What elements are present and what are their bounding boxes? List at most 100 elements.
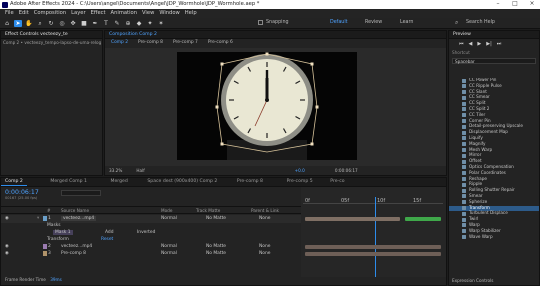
eye-icon[interactable]: ◉	[5, 244, 9, 249]
nav-pre-comp-8[interactable]: Pre-comp 8	[138, 40, 163, 45]
rotate-tool-icon[interactable]: ↻	[47, 20, 55, 27]
exposure-value[interactable]: +0.0	[295, 168, 305, 173]
menu-file[interactable]: File	[5, 10, 14, 16]
tab-comp-2[interactable]: Comp 2	[1, 178, 27, 186]
close-icon[interactable]: ×	[524, 1, 540, 8]
layer-parent[interactable]: None	[259, 216, 270, 221]
search-help[interactable]: Search Help	[466, 20, 495, 26]
type-tool-icon[interactable]: T	[102, 20, 110, 27]
playhead[interactable]	[375, 197, 376, 277]
menu-help[interactable]: Help	[185, 10, 197, 16]
tab-pre-co[interactable]: Pre-co	[326, 178, 348, 185]
masks-label: Masks	[47, 223, 61, 228]
tab-preview[interactable]: Preview	[449, 31, 475, 38]
pan-behind-icon[interactable]: ✥	[69, 20, 77, 27]
layer-matte[interactable]: No Matte	[206, 244, 226, 249]
transform-reset[interactable]: Reset	[101, 237, 113, 242]
track-bar-layer-2[interactable]	[305, 245, 441, 249]
menu-animation[interactable]: Animation	[111, 10, 137, 16]
nav-pre-comp-7[interactable]: Pre-comp 7	[173, 40, 198, 45]
layer-name[interactable]: vecteez...mp4	[61, 216, 97, 222]
label-color[interactable]	[43, 216, 47, 221]
nav-comp-2[interactable]: Comp 2	[111, 40, 128, 45]
layer-parent[interactable]: None	[259, 251, 270, 256]
search-icon[interactable]: ⌕	[455, 20, 458, 26]
zoom-level[interactable]: 33.2%	[109, 168, 122, 173]
tab-effect-controls[interactable]: Effect Controls vecteezy_te	[1, 31, 72, 38]
workspace-review[interactable]: Review	[365, 20, 382, 26]
ruler-tick-05f: 05f	[341, 198, 350, 204]
selection-tool-icon[interactable]: ➤	[14, 19, 22, 27]
shortcut-select[interactable]: Spacebar	[452, 58, 536, 65]
hand-tool-icon[interactable]: ✋	[25, 20, 33, 27]
tab-space-dest[interactable]: Space dest (900x400) Comp 2	[143, 178, 221, 185]
effects-list: CC Power Pin CC Ripple Pulse CC Slant CC Sm…	[449, 78, 539, 278]
pen-tool-icon[interactable]: ✒	[91, 20, 99, 27]
track-bar-layer-3[interactable]	[305, 252, 441, 256]
workspace-default[interactable]: Default	[330, 20, 348, 26]
snapping-checkbox[interactable]	[258, 20, 263, 25]
mask-inverted[interactable]: Inverted	[137, 230, 155, 235]
layer-matte[interactable]: No Matte	[206, 216, 226, 221]
layer-mode[interactable]: Normal	[161, 251, 177, 256]
viewer-timecode[interactable]: 0:00:06:17	[335, 168, 358, 173]
maximize-icon[interactable]: □	[507, 1, 523, 8]
col-source-name[interactable]: Source Name	[61, 208, 89, 213]
layer-row-3[interactable]: ◉ 3 Pre-comp 8 Normal No Matte None	[1, 250, 301, 258]
layer-parent[interactable]: None	[259, 244, 270, 249]
workspace-learn[interactable]: Learn	[400, 20, 413, 26]
track-bar-green[interactable]	[405, 217, 441, 221]
prev-frame-icon[interactable]: ◀	[469, 41, 473, 47]
puppet-tool-icon[interactable]: ✶	[157, 20, 165, 27]
effect-item[interactable]: Wave Warp	[449, 234, 539, 241]
viewer-canvas[interactable]	[105, 48, 446, 166]
layer-mode[interactable]: Normal	[161, 216, 177, 221]
layer-mode[interactable]: Normal	[161, 244, 177, 249]
tab-merged-comp-1[interactable]: Merged Comp 1	[46, 178, 91, 185]
layer-matte[interactable]: No Matte	[206, 251, 226, 256]
menu-view[interactable]: View	[142, 10, 154, 16]
menu-composition[interactable]: Composition	[34, 10, 66, 16]
clone-tool-icon[interactable]: ⊕	[124, 20, 132, 27]
track-bar-layer-1[interactable]	[305, 217, 400, 221]
time-ruler[interactable]: 0f 05f 10f 15f	[303, 199, 443, 204]
minimize-icon[interactable]: –	[490, 1, 506, 8]
eraser-tool-icon[interactable]: ◆	[135, 20, 143, 27]
zoom-tool-icon[interactable]: ⌕	[36, 20, 44, 27]
layer-name[interactable]: vecteez...mp4	[61, 244, 92, 249]
menu-edit[interactable]: Edit	[19, 10, 29, 16]
tab-pre-comp-5[interactable]: Pre-comp 5	[283, 178, 317, 185]
nav-pre-comp-6[interactable]: Pre-comp 6	[208, 40, 233, 45]
preview-tabs: Preview	[449, 31, 539, 39]
layer-number: 2	[48, 244, 51, 249]
brush-tool-icon[interactable]: ✎	[113, 20, 121, 27]
col-parent: Parent & Link	[251, 208, 279, 213]
play-icon[interactable]: ▶	[477, 41, 481, 47]
last-frame-icon[interactable]: ⏭	[497, 41, 502, 47]
mask-name[interactable]: Mask 1	[53, 230, 73, 236]
label-color[interactable]	[43, 251, 47, 256]
timeline-search[interactable]	[61, 190, 101, 196]
ruler-tick-15f: 15f	[413, 198, 422, 204]
eye-icon[interactable]: ◉	[5, 251, 9, 256]
layer-name[interactable]: Pre-comp 8	[61, 251, 86, 256]
menu-effect[interactable]: Effect	[91, 10, 106, 16]
first-frame-icon[interactable]: ⏮	[459, 41, 464, 47]
menu-layer[interactable]: Layer	[71, 10, 85, 16]
shape-tool-icon[interactable]: ■	[80, 20, 88, 27]
tab-pre-comp-8[interactable]: Pre-comp 8	[233, 178, 267, 185]
tab-composition[interactable]: Composition Comp 2	[105, 31, 161, 38]
expand-icon[interactable]: ▾	[37, 216, 39, 221]
home-icon[interactable]: ⌂	[3, 20, 11, 27]
camera-tool-icon[interactable]: ◎	[58, 20, 66, 27]
mask-mode[interactable]: Add	[105, 230, 114, 235]
timeline-track-area[interactable]: 0f 05f 10f 15f	[301, 187, 446, 277]
label-color[interactable]	[43, 244, 47, 249]
roto-tool-icon[interactable]: ✦	[146, 20, 154, 27]
next-frame-icon[interactable]: ▶|	[486, 41, 492, 47]
eye-icon[interactable]: ◉	[5, 216, 9, 221]
menu-window[interactable]: Window	[159, 10, 179, 16]
resolution[interactable]: Half	[136, 168, 144, 173]
expression-controls-folder[interactable]: Expression Controls	[452, 278, 493, 283]
tab-merged[interactable]: Merged	[107, 178, 132, 185]
